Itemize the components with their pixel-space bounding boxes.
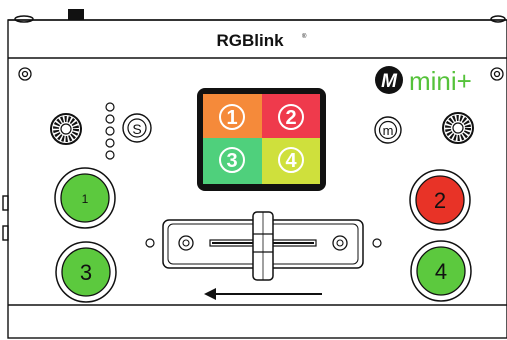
brand-registered-mark: ®: [302, 33, 307, 40]
tbar-left-indicator: [145, 238, 155, 248]
screen-number-2: 2: [285, 107, 296, 129]
device-panel: RGBlink ® M mini+ S 1 2 3 4 m 1 3 2 4: [2, 9, 507, 339]
right-knob[interactable]: [442, 112, 474, 144]
tbar-right-indicator: [372, 238, 382, 248]
input-button-3[interactable]: 3: [55, 241, 117, 303]
input-button-2[interactable]: 2: [409, 169, 471, 231]
indicator-leds: [105, 102, 115, 160]
screw-icon: [490, 67, 504, 81]
model-name: mini+: [409, 66, 472, 96]
input-button-4[interactable]: 4: [410, 240, 472, 302]
svg-text:m: m: [383, 123, 394, 138]
screen-number-1: 1: [226, 107, 237, 129]
model-logo: M mini+: [375, 66, 472, 96]
input-button-2-label: 2: [434, 188, 446, 213]
t-bar-handle[interactable]: [252, 211, 274, 281]
screw-icon: [18, 67, 32, 81]
s-button[interactable]: S: [122, 113, 152, 143]
input-button-3-label: 3: [80, 260, 92, 285]
screen-number-3: 3: [226, 150, 237, 172]
input-button-1-label: 1: [82, 192, 89, 206]
brand-logo: RGBlink: [216, 31, 284, 50]
left-knob[interactable]: [50, 113, 82, 145]
m-button[interactable]: m: [374, 116, 402, 144]
svg-text:S: S: [132, 121, 141, 137]
input-button-1[interactable]: 1: [54, 167, 116, 229]
input-button-4-label: 4: [435, 259, 447, 284]
screen-number-4: 4: [285, 150, 297, 172]
direction-arrow-icon: [204, 288, 322, 300]
preview-screen: 1 2 3 4: [197, 88, 326, 191]
svg-text:M: M: [381, 71, 398, 92]
